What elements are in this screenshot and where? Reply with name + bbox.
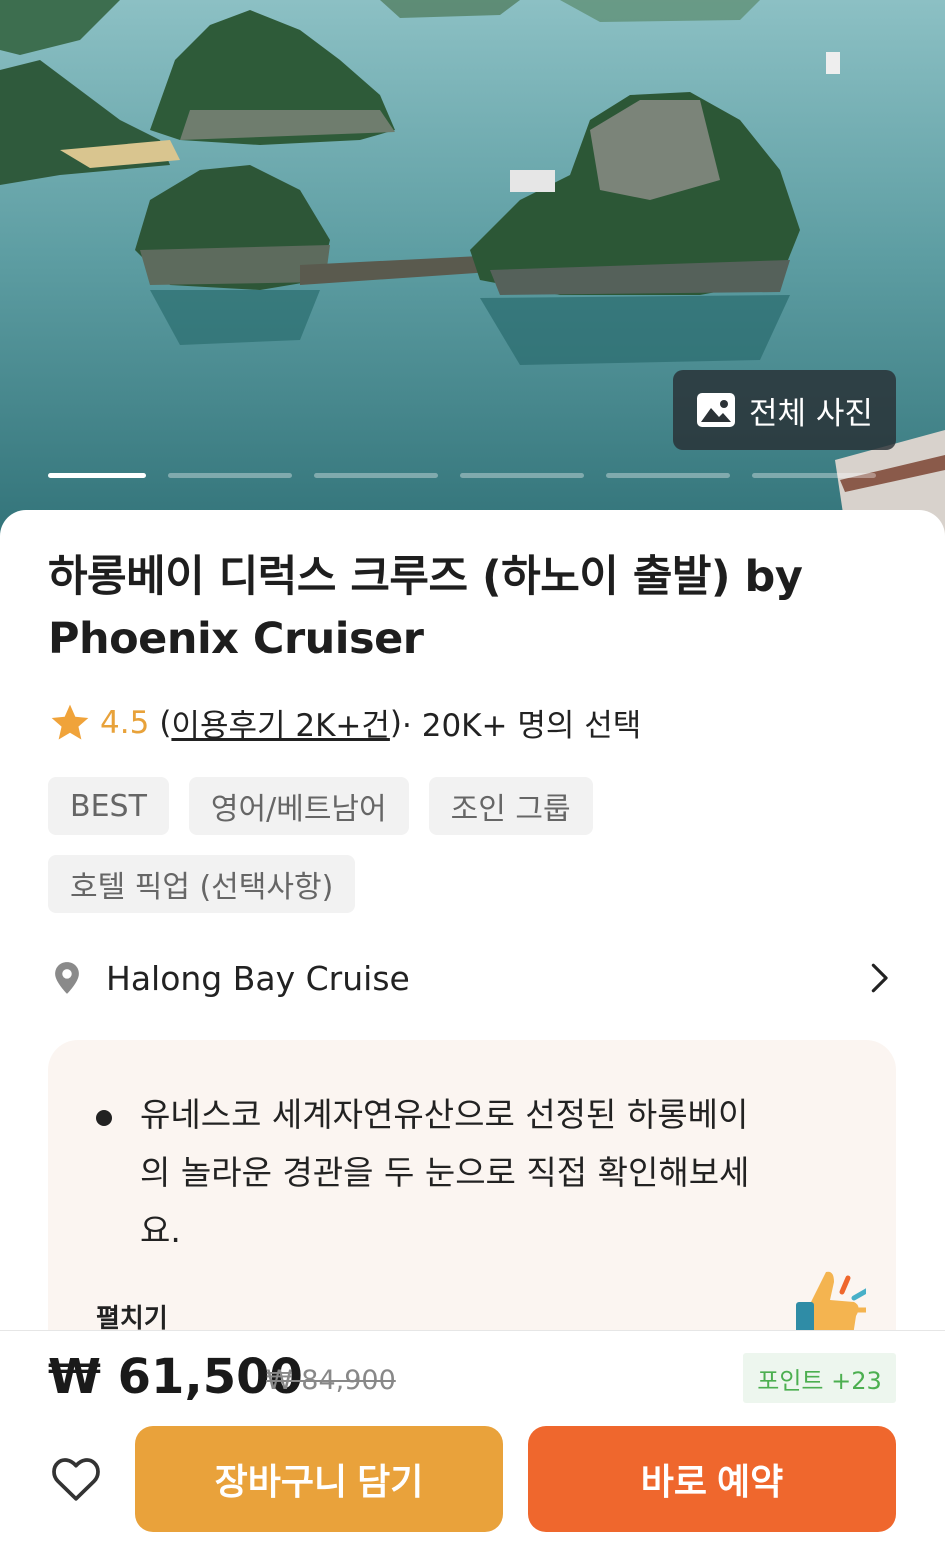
original-price: ₩ 84,900 (266, 1365, 396, 1396)
chosen-count: · 20K+ 명의 선택 (402, 708, 642, 744)
rating-score: 4.5 (100, 704, 150, 741)
sale-price: ₩ 61,500 (48, 1349, 303, 1405)
all-photos-label: 전체 사진 (749, 395, 873, 432)
chevron-right-icon (871, 963, 888, 993)
review-paren-close: ) (389, 704, 403, 741)
rating-row: 4.5 ( 이용후기 2K+건 ) · 20K+ 명의 선택 (48, 700, 641, 745)
add-to-cart-button[interactable]: 장바구니 담기 (135, 1426, 503, 1532)
all-photos-button[interactable]: 전체 사진 (673, 370, 896, 450)
tag-best: BEST (48, 777, 169, 835)
carousel-indicator[interactable] (314, 473, 438, 478)
location-row[interactable]: Halong Bay Cruise (48, 950, 896, 1006)
carousel-indicator[interactable] (48, 473, 146, 478)
tag-list: BEST 영어/베트남어 조인 그룹 호텔 픽업 (선택사항) (48, 777, 898, 913)
image-icon (697, 393, 735, 427)
product-title: 하롱베이 디럭스 크루즈 (하노이 출발) by Phoenix Cruiser (48, 552, 803, 664)
tag-language: 영어/베트남어 (188, 777, 409, 835)
carousel-indicator[interactable] (606, 473, 730, 478)
location-name: Halong Bay Cruise (106, 958, 410, 998)
carousel-indicator[interactable] (460, 473, 584, 478)
highlight-text: 유네스코 세계자연유산으로 선정된 하롱베이의 놀라운 경관을 두 눈으로 직접… (140, 1095, 750, 1250)
book-now-button[interactable]: 바로 예약 (528, 1426, 896, 1532)
carousel-indicator[interactable] (752, 473, 876, 478)
location-pin-icon (55, 962, 79, 994)
tag-join-group: 조인 그룹 (428, 777, 593, 835)
hero-image-carousel[interactable]: 전체 사진 (0, 0, 945, 560)
carousel-indicator[interactable] (168, 473, 292, 478)
heart-icon[interactable] (48, 1451, 104, 1507)
bottom-purchase-bar: ₩ 61,500 ₩ 84,900 포인트 +23 장바구니 담기 바로 예약 (0, 1330, 945, 1542)
star-icon (51, 704, 89, 739)
carousel-indicators (48, 473, 876, 478)
points-badge: 포인트 +23 (743, 1353, 896, 1403)
highlight-box: 유네스코 세계자연유산으로 선정된 하롱베이의 놀라운 경관을 두 눈으로 직접… (48, 1040, 896, 1360)
review-count-link[interactable]: 이용후기 2K+건 (171, 700, 389, 745)
tag-hotel-pickup: 호텔 픽업 (선택사항) (48, 855, 356, 913)
review-paren-open: ( (159, 704, 172, 741)
bullet-dot (96, 1110, 112, 1126)
